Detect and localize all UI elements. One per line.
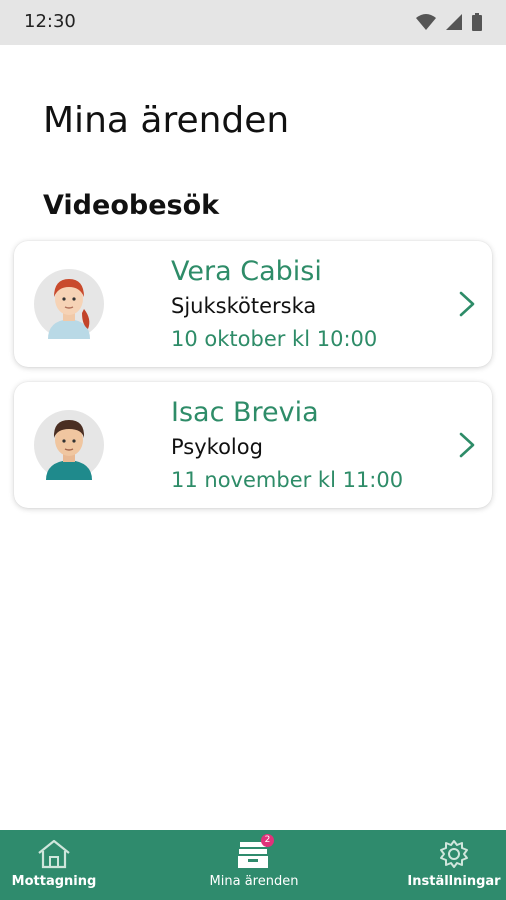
nav-item-installningar[interactable]: Inställningar xyxy=(402,830,506,900)
bottom-nav: Mottagning 2 Mina ärenden Inställningar xyxy=(0,830,506,900)
contact-name: Vera Cabisi xyxy=(171,256,322,287)
battery-icon xyxy=(472,13,482,31)
notification-badge: 2 xyxy=(261,834,274,847)
appointment-time: 11 november kl 11:00 xyxy=(171,468,404,492)
nav-icon-wrap: 2 xyxy=(236,834,274,870)
chevron-right-icon xyxy=(459,432,475,458)
signal-icon xyxy=(446,14,462,30)
appointment-card[interactable]: Vera Cabisi Sjuksköterska 10 oktober kl … xyxy=(14,241,492,367)
chevron-right-icon xyxy=(459,291,475,317)
status-time: 12:30 xyxy=(24,11,76,32)
wifi-icon xyxy=(416,14,436,30)
status-icons xyxy=(416,13,482,31)
contact-role: Psykolog xyxy=(171,435,263,459)
status-bar: 12:30 xyxy=(0,0,506,45)
nav-item-mina-arenden[interactable]: 2 Mina ärenden xyxy=(200,830,308,900)
nav-label: Inställningar xyxy=(407,874,501,889)
contact-role: Sjuksköterska xyxy=(171,294,317,318)
page-title: Mina ärenden xyxy=(43,100,290,141)
gear-icon xyxy=(440,840,468,868)
nav-label: Mina ärenden xyxy=(209,874,299,889)
appointment-card[interactable]: Isac Brevia Psykolog 11 november kl 11:0… xyxy=(14,382,492,508)
appointment-time: 10 oktober kl 10:00 xyxy=(171,327,378,351)
home-icon xyxy=(38,839,70,869)
avatar xyxy=(34,410,104,480)
nav-item-mottagning[interactable]: Mottagning xyxy=(8,830,100,900)
nav-label: Mottagning xyxy=(11,874,97,889)
avatar xyxy=(34,269,104,339)
contact-name: Isac Brevia xyxy=(171,397,319,428)
section-title: Videobesök xyxy=(43,190,220,221)
